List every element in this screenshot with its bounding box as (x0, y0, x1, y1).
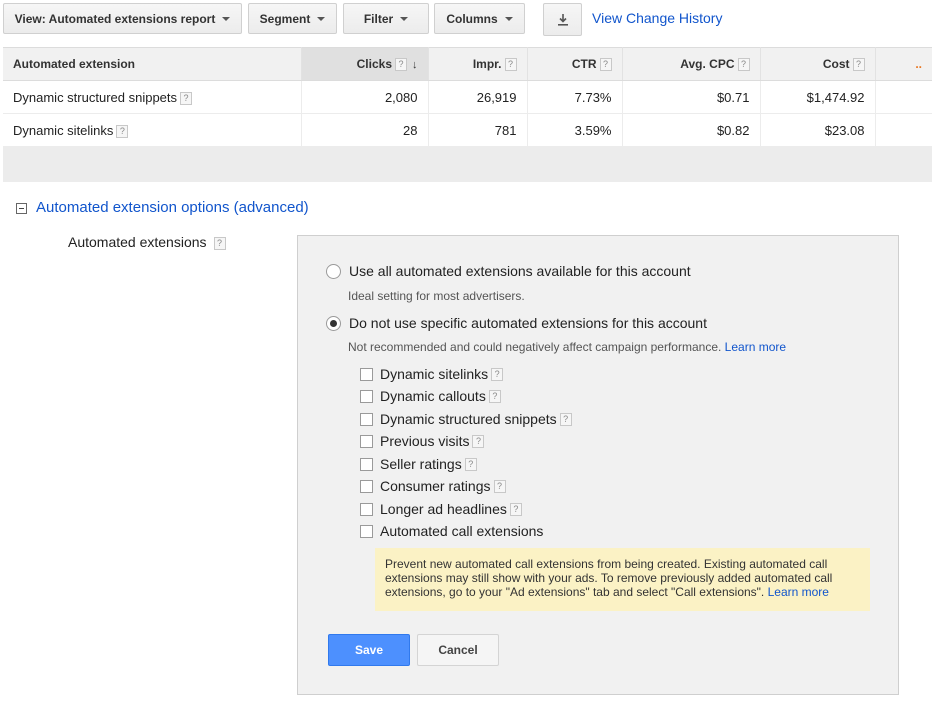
checkbox-row[interactable]: Dynamic structured snippets? (360, 410, 572, 428)
help-icon[interactable]: ? (472, 434, 485, 448)
chevron-down-icon (400, 16, 409, 21)
column-header-more[interactable]: .. (875, 47, 932, 81)
column-header-avg-cpc[interactable]: Avg. CPC? (622, 47, 761, 81)
table-row: Dynamic structured snippets? 2,080 26,91… (3, 80, 932, 114)
column-header-extension[interactable]: Automated extension (3, 47, 302, 81)
help-icon[interactable]: ? (213, 237, 226, 250)
checkbox[interactable] (360, 412, 373, 426)
help-icon[interactable]: ? (509, 502, 522, 516)
checkbox[interactable] (360, 367, 373, 381)
help-icon[interactable]: ? (599, 58, 612, 71)
ctr-cell: 3.59% (527, 113, 623, 147)
checkbox-row[interactable]: Consumer ratings? (360, 477, 506, 495)
view-dropdown-label: View: Automated extensions report (14, 11, 216, 26)
checkbox-row[interactable]: Automated call extensions (360, 522, 543, 540)
filter-dropdown[interactable]: Filter (343, 3, 429, 34)
segment-dropdown[interactable]: Segment (248, 3, 337, 34)
segment-dropdown-label: Segment (259, 11, 311, 26)
radio-use-all[interactable] (326, 264, 341, 279)
download-icon (557, 14, 568, 26)
help-icon[interactable]: ? (559, 412, 572, 426)
checkbox-label[interactable]: Dynamic callouts (380, 388, 486, 404)
columns-dropdown-label: Columns (446, 11, 498, 26)
save-button[interactable]: Save (328, 634, 410, 666)
checkbox-label[interactable]: Dynamic structured snippets (380, 411, 557, 427)
checkbox-label[interactable]: Seller ratings (380, 456, 462, 472)
table-header-row: Automated extension Clicks? ↓ Impr.? CTR?… (3, 47, 932, 81)
automated-extensions-label: Automated extensions? (68, 234, 226, 250)
extensions-table: Automated extension Clicks? ↓ Impr.? CTR?… (3, 47, 932, 147)
help-icon[interactable]: ? (493, 479, 506, 493)
help-icon[interactable]: ? (116, 124, 129, 138)
avg-cpc-cell: $0.71 (622, 80, 761, 114)
chevron-down-icon (222, 16, 231, 21)
checkbox[interactable] (360, 389, 373, 403)
learn-more-link[interactable]: Learn more (725, 340, 786, 354)
checkbox-row[interactable]: Seller ratings? (360, 455, 477, 473)
clicks-cell: 2,080 (301, 80, 429, 114)
checkbox-row[interactable]: Dynamic callouts? (360, 387, 501, 405)
help-icon[interactable]: ? (464, 457, 477, 471)
extension-name-cell: Dynamic structured snippets? (3, 80, 302, 114)
download-button[interactable] (543, 3, 582, 36)
checkbox[interactable] (360, 434, 373, 448)
ctr-cell: 7.73% (527, 80, 623, 114)
view-dropdown[interactable]: View: Automated extensions report (3, 3, 242, 34)
radio-use-all-hint: Ideal setting for most advertisers. (348, 289, 525, 303)
columns-dropdown[interactable]: Columns (434, 3, 525, 34)
checkbox-row[interactable]: Longer ad headlines? (360, 500, 522, 518)
radio-do-not-use-label[interactable]: Do not use specific automated extensions… (349, 315, 707, 331)
checkbox-label[interactable]: Consumer ratings (380, 478, 491, 494)
table-row: Dynamic sitelinks? 28 781 3.59% $0.82 $2… (3, 113, 932, 147)
more-cell (875, 113, 932, 147)
notice-learn-more-link[interactable]: Learn more (768, 585, 829, 599)
help-icon[interactable]: ? (491, 367, 504, 381)
avg-cpc-cell: $0.82 (622, 113, 761, 147)
radio-do-not-use[interactable] (326, 316, 341, 331)
impr-cell: 781 (428, 113, 528, 147)
radio-use-all-label[interactable]: Use all automated extensions available f… (349, 263, 691, 279)
checkbox-row[interactable]: Previous visits? (360, 432, 485, 450)
collapse-icon[interactable] (16, 203, 27, 214)
checkbox[interactable] (360, 502, 373, 516)
column-header-cost[interactable]: Cost? (760, 47, 876, 81)
help-icon[interactable]: ? (504, 58, 517, 71)
checkbox[interactable] (360, 524, 373, 538)
column-header-clicks[interactable]: Clicks? ↓ (301, 47, 429, 81)
checkbox-label[interactable]: Longer ad headlines (380, 501, 507, 517)
cancel-button[interactable]: Cancel (417, 634, 499, 666)
column-header-ctr[interactable]: CTR? (527, 47, 623, 81)
help-icon[interactable]: ? (852, 58, 865, 71)
filter-dropdown-label: Filter (363, 11, 394, 26)
checkbox[interactable] (360, 479, 373, 493)
checkbox[interactable] (360, 457, 373, 471)
clicks-cell: 28 (301, 113, 429, 147)
options-section-title[interactable]: Automated extension options (advanced) (36, 199, 309, 216)
help-icon[interactable]: ? (395, 58, 407, 71)
table-footer-band (3, 146, 932, 182)
checkbox-label[interactable]: Previous visits (380, 433, 469, 449)
radio-do-not-use-hint: Not recommended and could negatively aff… (348, 340, 787, 354)
sort-descending-icon: ↓ (412, 59, 418, 71)
checkbox-label[interactable]: Dynamic sitelinks (380, 366, 488, 382)
impr-cell: 26,919 (428, 80, 528, 114)
help-icon[interactable]: ? (488, 389, 501, 403)
column-header-impr[interactable]: Impr.? (428, 47, 528, 81)
help-icon[interactable]: ? (180, 91, 193, 105)
checkbox-label[interactable]: Automated call extensions (380, 523, 543, 539)
extension-name-cell: Dynamic sitelinks? (3, 113, 302, 147)
checkbox-row[interactable]: Dynamic sitelinks? (360, 365, 504, 383)
view-change-history-link[interactable]: View Change History (592, 10, 722, 26)
cost-cell: $1,474.92 (760, 80, 876, 114)
call-extensions-notice: Prevent new automated call extensions fr… (375, 548, 870, 611)
more-cell (875, 80, 932, 114)
help-icon[interactable]: ? (737, 58, 750, 71)
chevron-down-icon (317, 16, 326, 21)
cost-cell: $23.08 (760, 113, 876, 147)
chevron-down-icon (504, 16, 513, 21)
